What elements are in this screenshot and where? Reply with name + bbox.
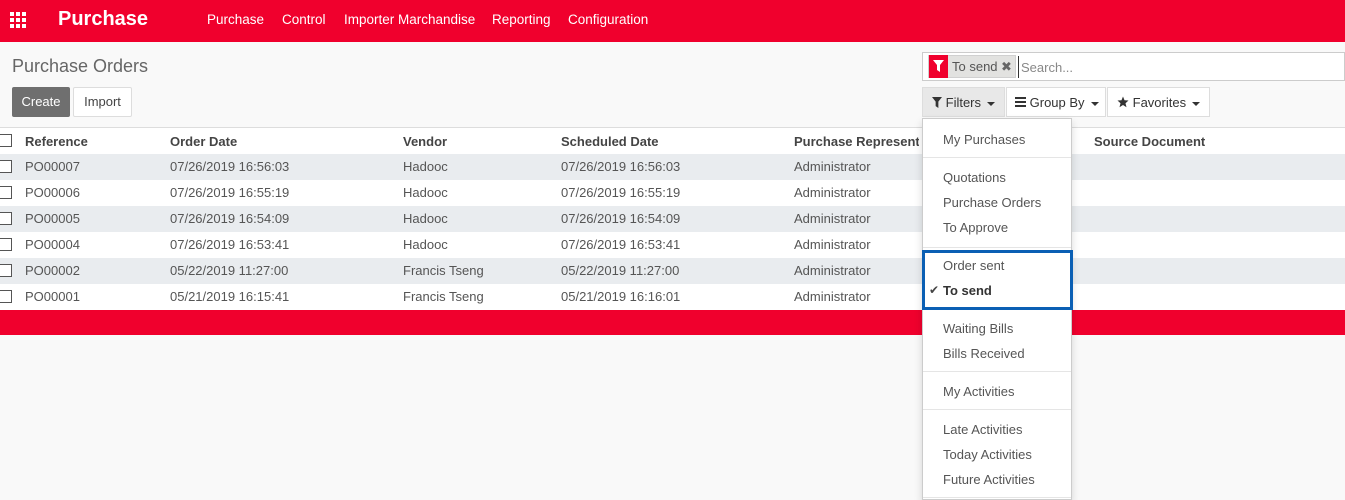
filters-dropdown: My Purchases Quotations Purchase Orders … <box>922 118 1072 500</box>
row-checkbox[interactable] <box>0 212 12 225</box>
cell-purchase-representative: Administrator <box>794 263 871 278</box>
filter-waiting-bills[interactable]: Waiting Bills <box>943 321 1013 336</box>
cell-scheduled-date: 07/26/2019 16:53:41 <box>561 237 681 252</box>
menu-control[interactable]: Control <box>282 12 326 27</box>
table-row[interactable]: PO00005 07/26/2019 16:54:09 Hadooc 07/26/20… <box>0 206 1345 232</box>
star-icon <box>1117 96 1129 108</box>
cell-reference: PO00006 <box>25 185 80 200</box>
select-all-checkbox[interactable] <box>0 134 12 147</box>
cell-vendor: Hadooc <box>403 237 448 252</box>
menu-divider <box>923 409 1071 410</box>
table-row[interactable]: PO00007 07/26/2019 16:56:03 Hadooc 07/26/20… <box>0 154 1345 180</box>
column-header-reference[interactable]: Reference <box>25 134 88 149</box>
filters-button[interactable]: Filters <box>922 87 1005 117</box>
cell-vendor: Hadooc <box>403 185 448 200</box>
cell-order-date: 07/26/2019 16:54:09 <box>170 211 290 226</box>
filter-order-sent[interactable]: Order sent <box>943 258 1004 273</box>
cell-order-date: 07/26/2019 16:53:41 <box>170 237 290 252</box>
menu-purchase[interactable]: Purchase <box>207 12 264 27</box>
filters-label: Filters <box>945 95 982 110</box>
filter-purchase-orders[interactable]: Purchase Orders <box>943 195 1041 210</box>
menu-importer-marchandise[interactable]: Importer Marchandise <box>344 12 475 27</box>
cell-scheduled-date: 05/21/2019 16:16:01 <box>561 289 681 304</box>
list-footer-bar <box>0 310 1345 335</box>
cell-vendor: Francis Tseng <box>403 289 484 304</box>
cell-order-date: 05/22/2019 11:27:00 <box>170 263 289 278</box>
cell-order-date: 07/26/2019 16:56:03 <box>170 159 290 174</box>
column-header-source-document[interactable]: Source Document <box>1094 134 1205 149</box>
cell-scheduled-date: 07/26/2019 16:56:03 <box>561 159 681 174</box>
cell-reference: PO00002 <box>25 263 80 278</box>
filter-future-activities[interactable]: Future Activities <box>943 472 1035 487</box>
app-brand[interactable]: Purchase <box>58 8 148 31</box>
filter-bills-received[interactable]: Bills Received <box>943 346 1025 361</box>
column-header-scheduled-date[interactable]: Scheduled Date <box>561 134 659 149</box>
page-title: Purchase Orders <box>12 56 149 76</box>
column-header-vendor[interactable]: Vendor <box>403 134 447 149</box>
group-by-label: Group By <box>1029 95 1085 110</box>
cell-reference: PO00001 <box>25 289 80 304</box>
row-checkbox[interactable] <box>0 160 12 173</box>
search-box: To send ✖ <box>922 52 1345 81</box>
favorites-label: Favorites <box>1132 95 1187 110</box>
search-input[interactable] <box>1018 56 1338 78</box>
table-header: Reference Order Date Vendor Scheduled Da… <box>0 127 1345 154</box>
cell-scheduled-date: 05/22/2019 11:27:00 <box>561 263 680 278</box>
table-row[interactable]: PO00006 07/26/2019 16:55:19 Hadooc 07/26/20… <box>0 180 1345 206</box>
group-by-button[interactable]: Group By <box>1006 87 1106 117</box>
table-row[interactable]: PO00002 05/22/2019 11:27:00 Francis Tseng 0… <box>0 258 1345 284</box>
caret-down-icon <box>987 101 996 106</box>
menu-reporting[interactable]: Reporting <box>492 12 551 27</box>
cell-purchase-representative: Administrator <box>794 289 871 304</box>
facet-label: To send <box>952 59 998 74</box>
filter-late-activities[interactable]: Late Activities <box>943 422 1023 437</box>
filter-my-activities[interactable]: My Activities <box>943 384 1015 399</box>
filter-icon <box>932 97 942 108</box>
menu-configuration[interactable]: Configuration <box>568 12 648 27</box>
cell-order-date: 05/21/2019 16:15:41 <box>170 289 290 304</box>
filter-quotations[interactable]: Quotations <box>943 170 1006 185</box>
cell-purchase-representative: Administrator <box>794 211 871 226</box>
table-row[interactable]: PO00001 05/21/2019 16:15:41 Francis Tseng 0… <box>0 284 1345 310</box>
row-checkbox[interactable] <box>0 290 12 303</box>
row-checkbox[interactable] <box>0 186 12 199</box>
import-button[interactable]: Import <box>73 87 132 117</box>
favorites-button[interactable]: Favorites <box>1107 87 1210 117</box>
menu-divider <box>923 157 1071 158</box>
create-button[interactable]: Create <box>12 87 70 117</box>
cell-purchase-representative: Administrator <box>794 185 871 200</box>
filter-to-approve[interactable]: To Approve <box>943 220 1008 235</box>
column-header-purchase-representative[interactable]: Purchase Representative <box>794 134 919 149</box>
filter-icon <box>929 55 948 78</box>
cell-vendor: Hadooc <box>403 211 448 226</box>
row-checkbox[interactable] <box>0 238 12 251</box>
menu-divider <box>923 247 1071 248</box>
cell-vendor: Francis Tseng <box>403 263 484 278</box>
cell-reference: PO00007 <box>25 159 80 174</box>
caret-down-icon <box>1090 101 1099 106</box>
cell-scheduled-date: 07/26/2019 16:55:19 <box>561 185 681 200</box>
menu-divider <box>923 497 1071 498</box>
search-facet: To send ✖ <box>928 55 1016 78</box>
menu-divider <box>923 371 1071 372</box>
cell-order-date: 07/26/2019 16:55:19 <box>170 185 290 200</box>
cell-reference: PO00004 <box>25 237 80 252</box>
cell-purchase-representative: Administrator <box>794 237 871 252</box>
remove-facet-icon[interactable]: ✖ <box>1001 59 1012 75</box>
row-checkbox[interactable] <box>0 264 12 277</box>
cell-reference: PO00005 <box>25 211 80 226</box>
check-icon: ✔ <box>929 283 940 297</box>
filter-to-send[interactable]: To send <box>943 283 992 298</box>
caret-down-icon <box>1192 101 1201 106</box>
cell-vendor: Hadooc <box>403 159 448 174</box>
filter-my-purchases[interactable]: My Purchases <box>943 132 1025 147</box>
bars-icon <box>1015 97 1026 107</box>
cell-purchase-representative: Administrator <box>794 159 871 174</box>
table-row[interactable]: PO00004 07/26/2019 16:53:41 Hadooc 07/26/20… <box>0 232 1345 258</box>
cell-scheduled-date: 07/26/2019 16:54:09 <box>561 211 681 226</box>
column-header-order-date[interactable]: Order Date <box>170 134 237 149</box>
apps-grid-icon[interactable] <box>10 12 28 28</box>
filter-today-activities[interactable]: Today Activities <box>943 447 1032 462</box>
top-navbar: Purchase Purchase Control Importer March… <box>0 0 1345 42</box>
